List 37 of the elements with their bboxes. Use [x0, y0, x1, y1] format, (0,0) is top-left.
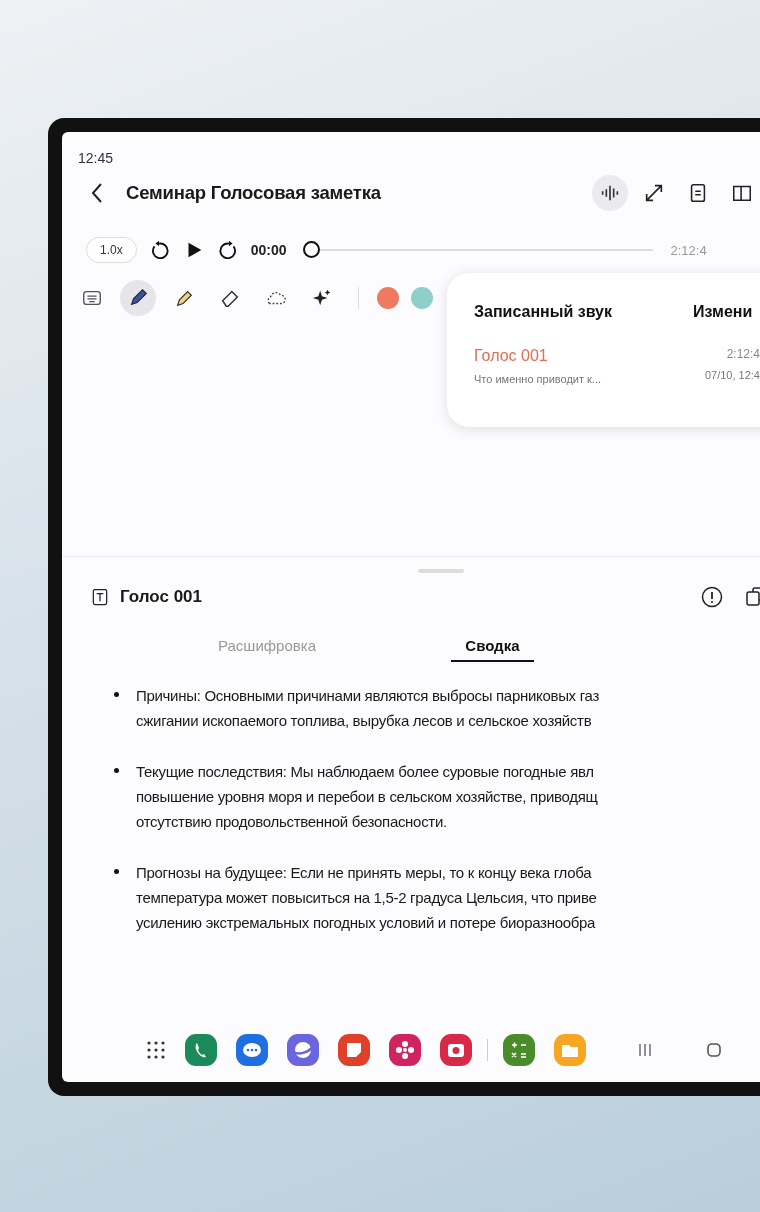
- home-icon[interactable]: [704, 1040, 724, 1060]
- drag-handle[interactable]: [418, 569, 464, 573]
- bullet-dot: [114, 692, 119, 697]
- column-heading: Записанный звук: [474, 303, 613, 321]
- color-swatch[interactable]: [411, 287, 433, 309]
- summary-paragraph: Причины: Основными причинами являются выбросы парниковых газ сжигании ископаемого топлива, вырубка лесов и сельское хозяйств: [136, 686, 599, 731]
- waveform-icon[interactable]: [592, 175, 628, 211]
- back-icon[interactable]: [90, 181, 104, 205]
- status-time: 12:45: [78, 150, 114, 166]
- speed-button[interactable]: 1.0x: [86, 237, 137, 263]
- summary-paragraph: Текущие последствия: Мы наблюдаем более суровые погодные явл повышение уровня моря и перебои в сельском хозяйстве, приводящ отсутствию продовольственной безопасности.: [136, 762, 598, 832]
- modified-date: 07/10, 12:4: [704, 369, 760, 381]
- recording-title: Голос 001: [120, 587, 203, 607]
- planet-icon[interactable]: [287, 1034, 319, 1066]
- elapsed-time: 00:00: [250, 242, 287, 258]
- phone-handset-icon[interactable]: [185, 1034, 217, 1066]
- recording-preview: Что именно приводит к...: [474, 373, 603, 385]
- camera-icon[interactable]: [440, 1034, 472, 1066]
- calculator-icon[interactable]: [503, 1034, 535, 1066]
- bullet-dot: [114, 869, 119, 874]
- column-heading: Измени: [693, 303, 753, 321]
- note-title: Семинар Голосовая заметка: [126, 182, 381, 204]
- chat-bubble-icon[interactable]: [236, 1034, 268, 1066]
- slider-thumb[interactable]: [302, 241, 320, 258]
- bullet-dot: [114, 768, 119, 773]
- summary-paragraph: Прогнозы на будущее: Если не принять меры, то к концу века глоба температура может повыситься на 1,5-2 градуса Цельсия, что приве усилению экстремальных погодных условий и потере биоразнообра: [136, 863, 597, 933]
- info-icon[interactable]: [700, 585, 724, 609]
- note-icon[interactable]: [338, 1034, 370, 1066]
- color-swatch[interactable]: [377, 287, 399, 309]
- flower-icon[interactable]: [389, 1034, 421, 1066]
- pen-icon[interactable]: [120, 280, 156, 316]
- recording-duration: 2:12:4: [726, 347, 760, 361]
- forward-10-icon[interactable]: [216, 239, 239, 261]
- app-grid-icon[interactable]: [146, 1040, 166, 1060]
- total-time: 2:12:4: [670, 242, 707, 258]
- text-icon: [90, 587, 110, 607]
- tab[interactable]: Сводка: [451, 637, 534, 662]
